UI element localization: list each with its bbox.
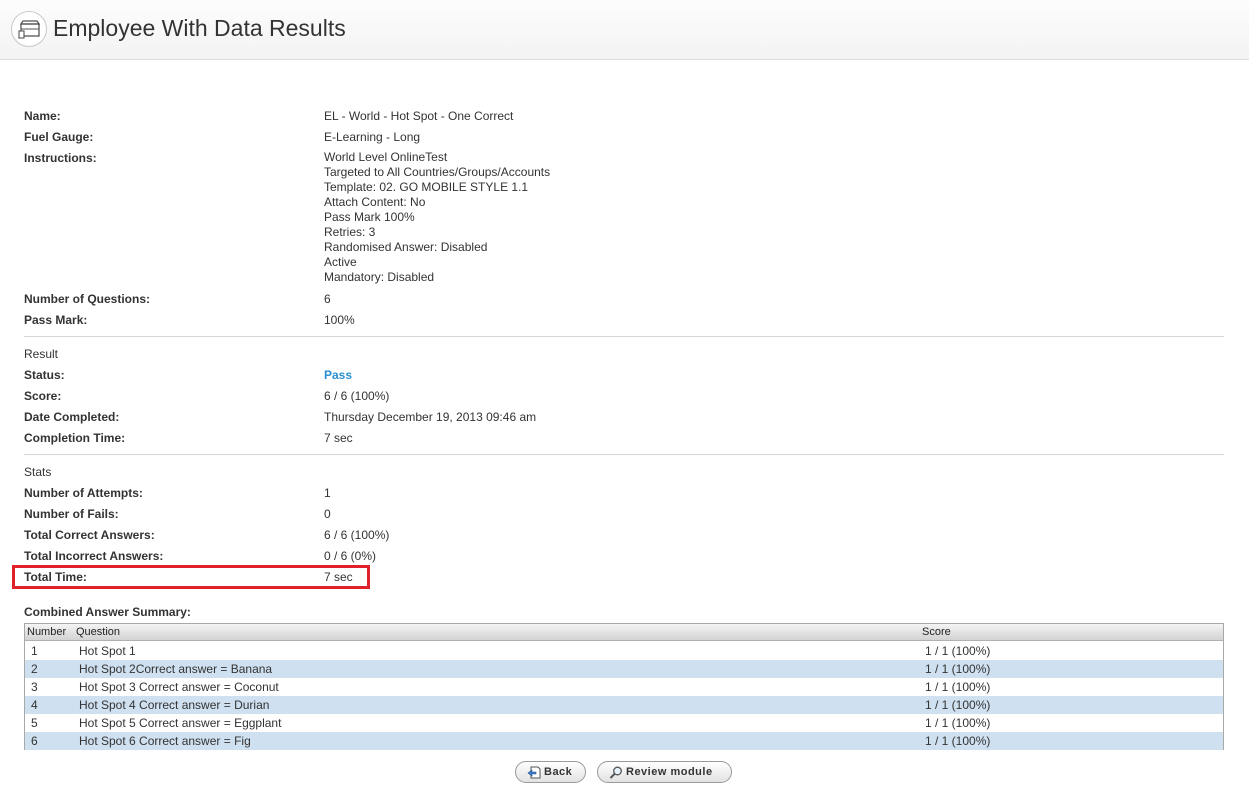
row-number: 6 bbox=[31, 734, 38, 748]
fuel-gauge-value: E-Learning - Long bbox=[324, 130, 421, 144]
magnifier-icon bbox=[609, 766, 623, 782]
row-question: Hot Spot 6 Correct answer = Fig bbox=[79, 734, 251, 748]
row-number: 2 bbox=[31, 662, 38, 676]
total-time-label: Total Time: bbox=[24, 570, 87, 584]
incorrect-answers-value: 0 / 6 (0%) bbox=[324, 549, 377, 563]
date-completed-value: Thursday December 19, 2013 09:46 am bbox=[324, 410, 537, 424]
row-score: 1 / 1 (100%) bbox=[925, 716, 991, 730]
divider bbox=[24, 336, 1224, 337]
correct-answers-label: Total Correct Answers: bbox=[24, 528, 155, 542]
instruction-line: Mandatory: Disabled bbox=[324, 270, 435, 284]
date-completed-label: Date Completed: bbox=[24, 410, 120, 424]
result-heading: Result bbox=[24, 347, 59, 361]
row-score: 1 / 1 (100%) bbox=[925, 698, 991, 712]
instruction-line: Targeted to All Countries/Groups/Account… bbox=[324, 165, 551, 179]
instructions-value: World Level OnlineTest Targeted to All C… bbox=[324, 150, 550, 285]
score-label: Score: bbox=[24, 389, 62, 403]
table-row[interactable]: 2 Hot Spot 2Correct answer = Banana 1 / … bbox=[25, 660, 1223, 678]
review-module-label: Review module bbox=[626, 766, 713, 778]
table-row[interactable]: 6 Hot Spot 6 Correct answer = Fig 1 / 1 … bbox=[25, 732, 1223, 750]
attempts-value: 1 bbox=[324, 486, 331, 500]
back-page-icon bbox=[527, 766, 541, 782]
completion-time-value: 7 sec bbox=[324, 431, 353, 445]
table-row[interactable]: 3 Hot Spot 3 Correct answer = Coconut 1 … bbox=[25, 678, 1223, 696]
row-score: 1 / 1 (100%) bbox=[925, 662, 991, 676]
row-question: Hot Spot 5 Correct answer = Eggplant bbox=[79, 716, 282, 730]
summary-title: Combined Answer Summary: bbox=[24, 605, 191, 619]
row-question: Hot Spot 4 Correct answer = Durian bbox=[79, 698, 270, 712]
row-question: Hot Spot 1 bbox=[79, 644, 136, 658]
row-question: Hot Spot 2Correct answer = Banana bbox=[79, 662, 273, 676]
row-score: 1 / 1 (100%) bbox=[925, 680, 991, 694]
back-button-label: Back bbox=[544, 766, 573, 778]
fuel-gauge-label: Fuel Gauge: bbox=[24, 130, 94, 144]
correct-answers-value: 6 / 6 (100%) bbox=[324, 528, 390, 542]
review-module-button[interactable]: Review module bbox=[597, 761, 732, 783]
status-label: Status: bbox=[24, 368, 65, 382]
table-row[interactable]: 5 Hot Spot 5 Correct answer = Eggplant 1… bbox=[25, 714, 1223, 732]
instruction-line: Randomised Answer: Disabled bbox=[324, 240, 488, 254]
completion-time-label: Completion Time: bbox=[24, 431, 126, 445]
column-header-number[interactable]: Number bbox=[27, 624, 66, 641]
attempts-label: Number of Attempts: bbox=[24, 486, 143, 500]
table-row[interactable]: 1 Hot Spot 1 1 / 1 (100%) bbox=[25, 642, 1223, 660]
instruction-line: Pass Mark 100% bbox=[324, 210, 415, 224]
table-header: Number Question Score bbox=[25, 624, 1223, 641]
test-module-icon bbox=[11, 11, 47, 47]
score-value: 6 / 6 (100%) bbox=[324, 389, 390, 403]
row-question: Hot Spot 3 Correct answer = Coconut bbox=[79, 680, 279, 694]
instruction-line: Attach Content: No bbox=[324, 195, 426, 209]
incorrect-answers-label: Total Incorrect Answers: bbox=[24, 549, 164, 563]
instruction-line: Active bbox=[324, 255, 357, 269]
total-time-value: 7 sec bbox=[324, 570, 353, 584]
row-score: 1 / 1 (100%) bbox=[925, 644, 991, 658]
row-score: 1 / 1 (100%) bbox=[925, 734, 991, 748]
instruction-line: Template: 02. GO MOBILE STYLE 1.1 bbox=[324, 180, 529, 194]
table-row[interactable]: 4 Hot Spot 4 Correct answer = Durian 1 /… bbox=[25, 696, 1223, 714]
questions-value: 6 bbox=[324, 292, 331, 306]
instruction-line: Retries: 3 bbox=[324, 225, 376, 239]
instructions-label: Instructions: bbox=[24, 151, 97, 165]
column-header-question[interactable]: Question bbox=[76, 624, 120, 641]
row-number: 4 bbox=[31, 698, 38, 712]
name-label: Name: bbox=[24, 109, 61, 123]
name-value: EL - World - Hot Spot - One Correct bbox=[324, 109, 514, 123]
fails-value: 0 bbox=[324, 507, 331, 521]
row-number: 1 bbox=[31, 644, 38, 658]
answer-summary-table: Number Question Score 1 Hot Spot 1 1 / 1… bbox=[24, 623, 1224, 750]
page-header: Employee With Data Results bbox=[0, 0, 1249, 60]
row-number: 5 bbox=[31, 716, 38, 730]
pass-mark-label: Pass Mark: bbox=[24, 313, 88, 327]
row-number: 3 bbox=[31, 680, 38, 694]
questions-label: Number of Questions: bbox=[24, 292, 151, 306]
back-button[interactable]: Back bbox=[515, 761, 586, 783]
stats-heading: Stats bbox=[24, 465, 52, 479]
page-title: Employee With Data Results bbox=[53, 15, 346, 41]
instruction-line: World Level OnlineTest bbox=[324, 150, 448, 164]
fails-label: Number of Fails: bbox=[24, 507, 119, 521]
pass-mark-value: 100% bbox=[324, 313, 355, 327]
column-header-score[interactable]: Score bbox=[922, 624, 951, 641]
divider bbox=[24, 454, 1224, 455]
status-value: Pass bbox=[324, 368, 353, 382]
